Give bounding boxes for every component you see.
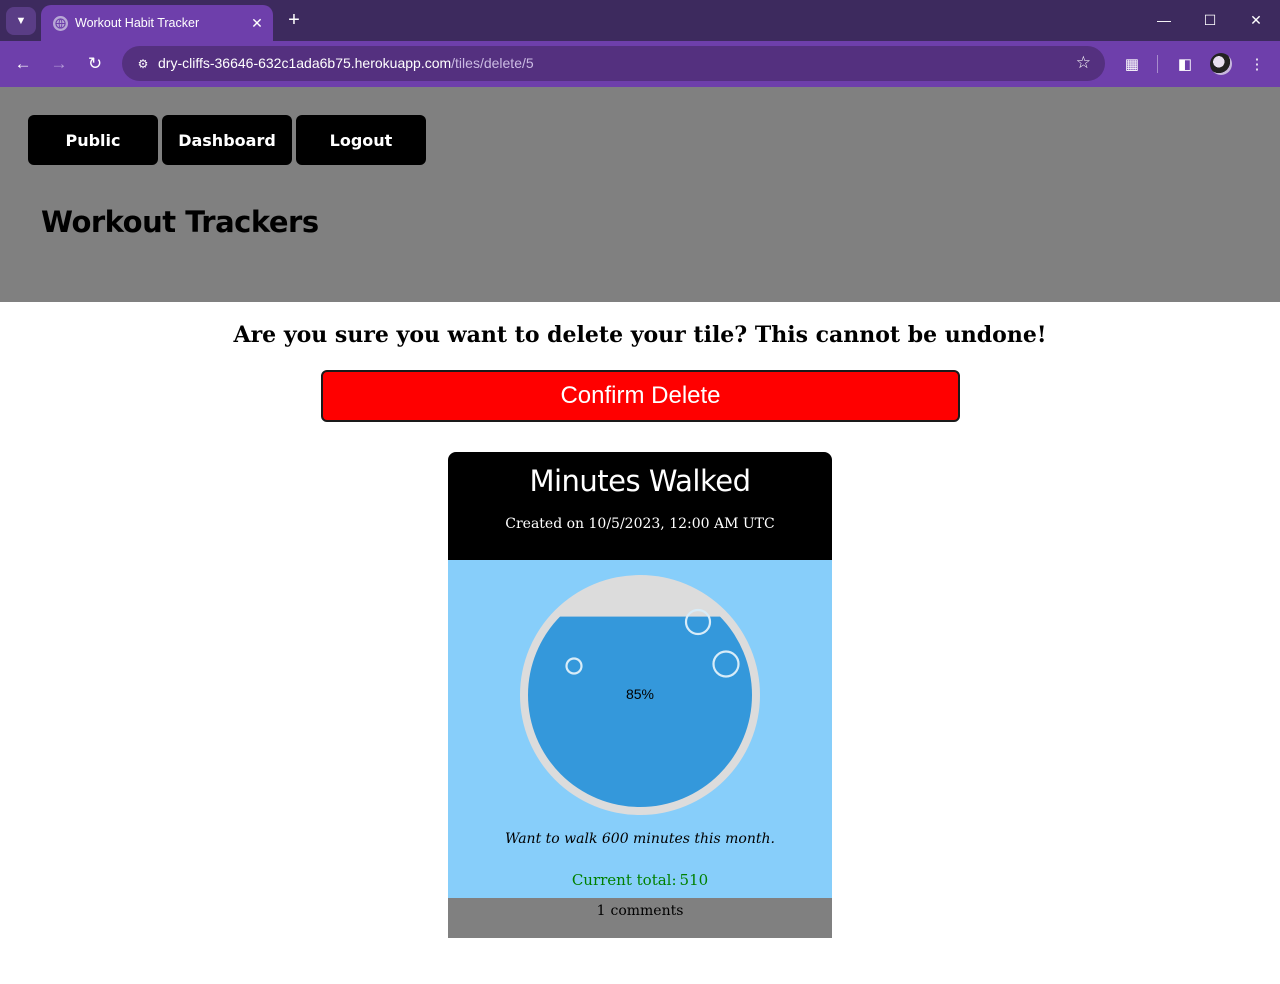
confirm-delete-button[interactable]: Confirm Delete bbox=[321, 370, 960, 422]
tracker-tile: Minutes Walked Created on 10/5/2023, 12:… bbox=[448, 452, 832, 938]
toolbar-divider bbox=[1157, 55, 1158, 73]
site-info-icon[interactable]: ⚙ bbox=[130, 51, 156, 77]
bookmark-star-icon[interactable]: ☆ bbox=[1076, 53, 1091, 73]
current-total-label: Current total: bbox=[571, 871, 677, 889]
close-tab-icon[interactable]: ✕ bbox=[245, 15, 269, 32]
tile-title: Minutes Walked bbox=[529, 464, 751, 498]
tile-header: Minutes Walked Created on 10/5/2023, 12:… bbox=[448, 452, 832, 560]
current-total-value: 510 bbox=[679, 871, 709, 889]
progress-percent: 85% bbox=[625, 686, 655, 702]
address-bar[interactable]: ⚙ dry-cliffs-36646-632c1ada6b75.herokuap… bbox=[122, 46, 1105, 81]
browser-tab[interactable]: Workout Habit Tracker ✕ bbox=[41, 5, 273, 41]
side-panel-icon[interactable]: ◧ bbox=[1174, 53, 1196, 75]
profile-avatar[interactable] bbox=[1210, 53, 1232, 75]
nav-dashboard-link[interactable]: Dashboard bbox=[162, 115, 292, 165]
tile-created-date: Created on 10/5/2023, 12:00 AM UTC bbox=[505, 516, 775, 532]
minimize-button[interactable]: — bbox=[1141, 0, 1187, 40]
browser-tab-strip: ▼ Workout Habit Tracker ✕ + — ☐ ✕ bbox=[0, 0, 1280, 41]
tile-comments-link[interactable]: 1 comments bbox=[448, 898, 832, 938]
tab-title: Workout Habit Tracker bbox=[75, 16, 200, 30]
reload-button[interactable]: ↻ bbox=[81, 50, 109, 78]
back-button[interactable]: ← bbox=[9, 50, 37, 78]
url-text[interactable]: dry-cliffs-36646-632c1ada6b75.herokuapp.… bbox=[158, 55, 534, 71]
close-window-button[interactable]: ✕ bbox=[1233, 0, 1279, 40]
site-header: Public Dashboard Logout Workout Trackers bbox=[0, 87, 1280, 302]
current-total: Current total: 510 bbox=[448, 871, 832, 889]
nav-logout-link[interactable]: Logout bbox=[296, 115, 426, 165]
tile-body: 85% Want to walk 600 minutes this month.… bbox=[448, 560, 832, 898]
more-menu-icon[interactable]: ⋮ bbox=[1246, 53, 1268, 75]
tile-goal: Want to walk 600 minutes this month. bbox=[505, 831, 775, 847]
forward-button[interactable]: → bbox=[45, 50, 73, 78]
gauge-water-fill bbox=[528, 616, 752, 807]
maximize-button[interactable]: ☐ bbox=[1187, 0, 1233, 40]
site-title: Workout Trackers bbox=[41, 205, 319, 239]
globe-icon bbox=[53, 15, 68, 31]
comment-label: comments bbox=[610, 903, 684, 919]
new-tab-button[interactable]: + bbox=[282, 8, 306, 32]
tab-search-button[interactable]: ▼ bbox=[6, 7, 36, 35]
comment-count: 1 bbox=[596, 903, 606, 919]
delete-confirm-message: Are you sure you want to delete your til… bbox=[233, 322, 1047, 348]
browser-toolbar: ← → ↻ ⚙ dry-cliffs-36646-632c1ada6b75.he… bbox=[0, 41, 1280, 87]
nav-public-link[interactable]: Public bbox=[28, 115, 158, 165]
chevron-down-icon: ▼ bbox=[15, 15, 27, 27]
extensions-icon[interactable]: ▦ bbox=[1121, 53, 1143, 75]
